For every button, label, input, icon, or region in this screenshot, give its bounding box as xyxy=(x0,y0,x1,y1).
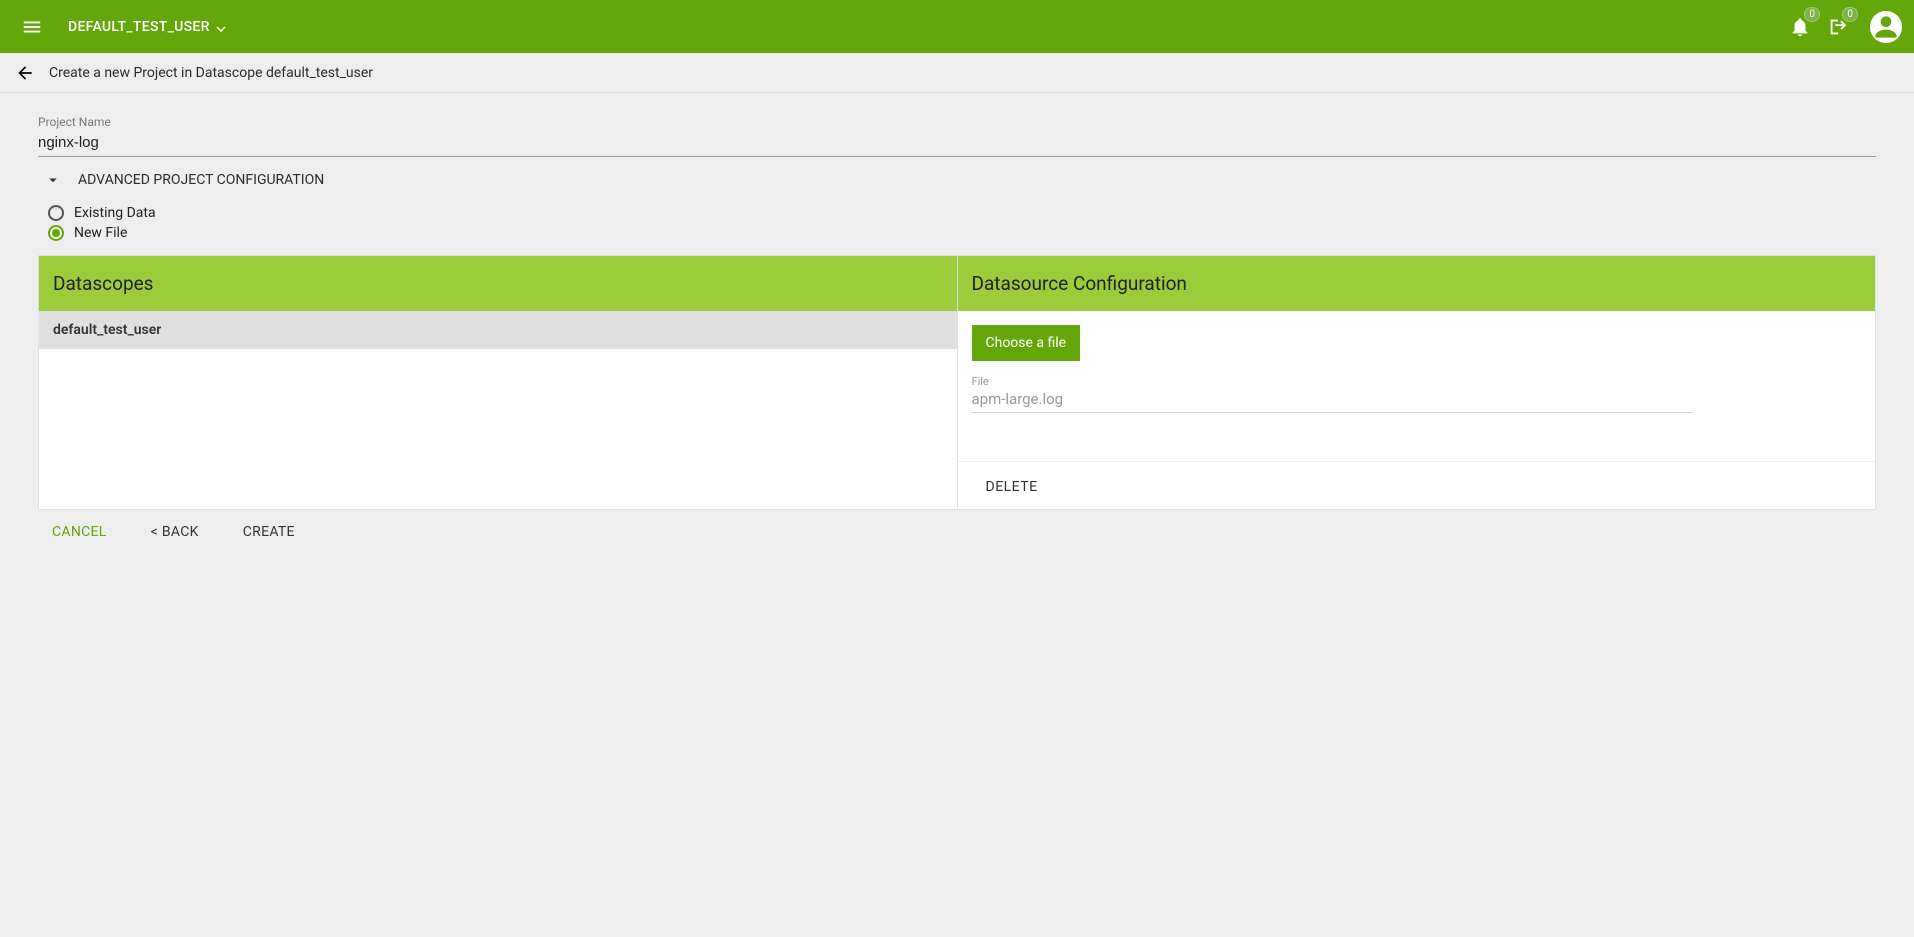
user-dropdown[interactable]: DEFAULT_TEST_USER xyxy=(68,19,226,35)
share-icon[interactable]: 0 xyxy=(1826,15,1850,39)
file-field-value: apm-large.log xyxy=(972,390,1692,408)
file-field-label: File xyxy=(972,375,1692,388)
menu-icon[interactable] xyxy=(20,15,44,39)
advanced-config-toggle[interactable]: ADVANCED PROJECT CONFIGURATION xyxy=(38,171,1876,189)
datasource-config-body: Choose a file File apm-large.log DELETE xyxy=(958,311,1876,509)
back-arrow-icon[interactable] xyxy=(13,61,37,85)
user-label: DEFAULT_TEST_USER xyxy=(68,19,210,35)
datasource-config-panel: Datasource Configuration Choose a file F… xyxy=(958,256,1876,509)
project-name-label: Project Name xyxy=(38,115,1876,129)
project-name-input[interactable] xyxy=(38,132,1876,157)
notification-badge: 0 xyxy=(1804,7,1820,22)
radio-label-existing: Existing Data xyxy=(74,205,156,221)
delete-button[interactable]: DELETE xyxy=(986,479,1038,495)
radio-label-new: New File xyxy=(74,225,127,241)
footer-buttons: CANCEL < BACK CREATE xyxy=(52,524,1876,540)
bell-icon[interactable]: 0 xyxy=(1788,15,1812,39)
datascope-item[interactable]: default_test_user xyxy=(39,311,957,349)
project-name-field: Project Name xyxy=(38,115,1876,157)
datascopes-list: default_test_user xyxy=(39,311,957,481)
app-header: DEFAULT_TEST_USER 0 0 xyxy=(0,0,1914,53)
sub-header: Create a new Project in Datascope defaul… xyxy=(0,53,1914,93)
radio-existing-data[interactable]: Existing Data xyxy=(48,205,1876,221)
chevron-down-icon xyxy=(44,171,62,189)
radio-icon xyxy=(48,205,64,221)
file-field: File apm-large.log xyxy=(972,375,1692,413)
datascopes-panel: Datascopes default_test_user xyxy=(39,256,958,509)
avatar-icon[interactable] xyxy=(1870,11,1902,43)
data-source-radio-group: Existing Data New File xyxy=(48,205,1876,241)
datasource-config-header: Datasource Configuration xyxy=(958,256,1876,311)
header-actions: 0 0 xyxy=(1788,11,1902,43)
radio-new-file[interactable]: New File xyxy=(48,225,1876,241)
datascopes-header: Datascopes xyxy=(39,256,957,311)
create-button[interactable]: CREATE xyxy=(243,524,295,540)
content-area: Project Name ADVANCED PROJECT CONFIGURAT… xyxy=(0,93,1914,560)
share-badge: 0 xyxy=(1842,7,1858,22)
cancel-button[interactable]: CANCEL xyxy=(52,524,107,540)
advanced-config-label: ADVANCED PROJECT CONFIGURATION xyxy=(78,172,324,188)
delete-row: DELETE xyxy=(958,461,1876,509)
radio-icon xyxy=(48,225,64,241)
chevron-down-icon xyxy=(216,22,226,32)
config-panels: Datascopes default_test_user Datasource … xyxy=(38,255,1876,510)
back-button[interactable]: < BACK xyxy=(151,524,199,540)
page-title: Create a new Project in Datascope defaul… xyxy=(49,65,373,81)
choose-file-button[interactable]: Choose a file xyxy=(972,325,1081,361)
